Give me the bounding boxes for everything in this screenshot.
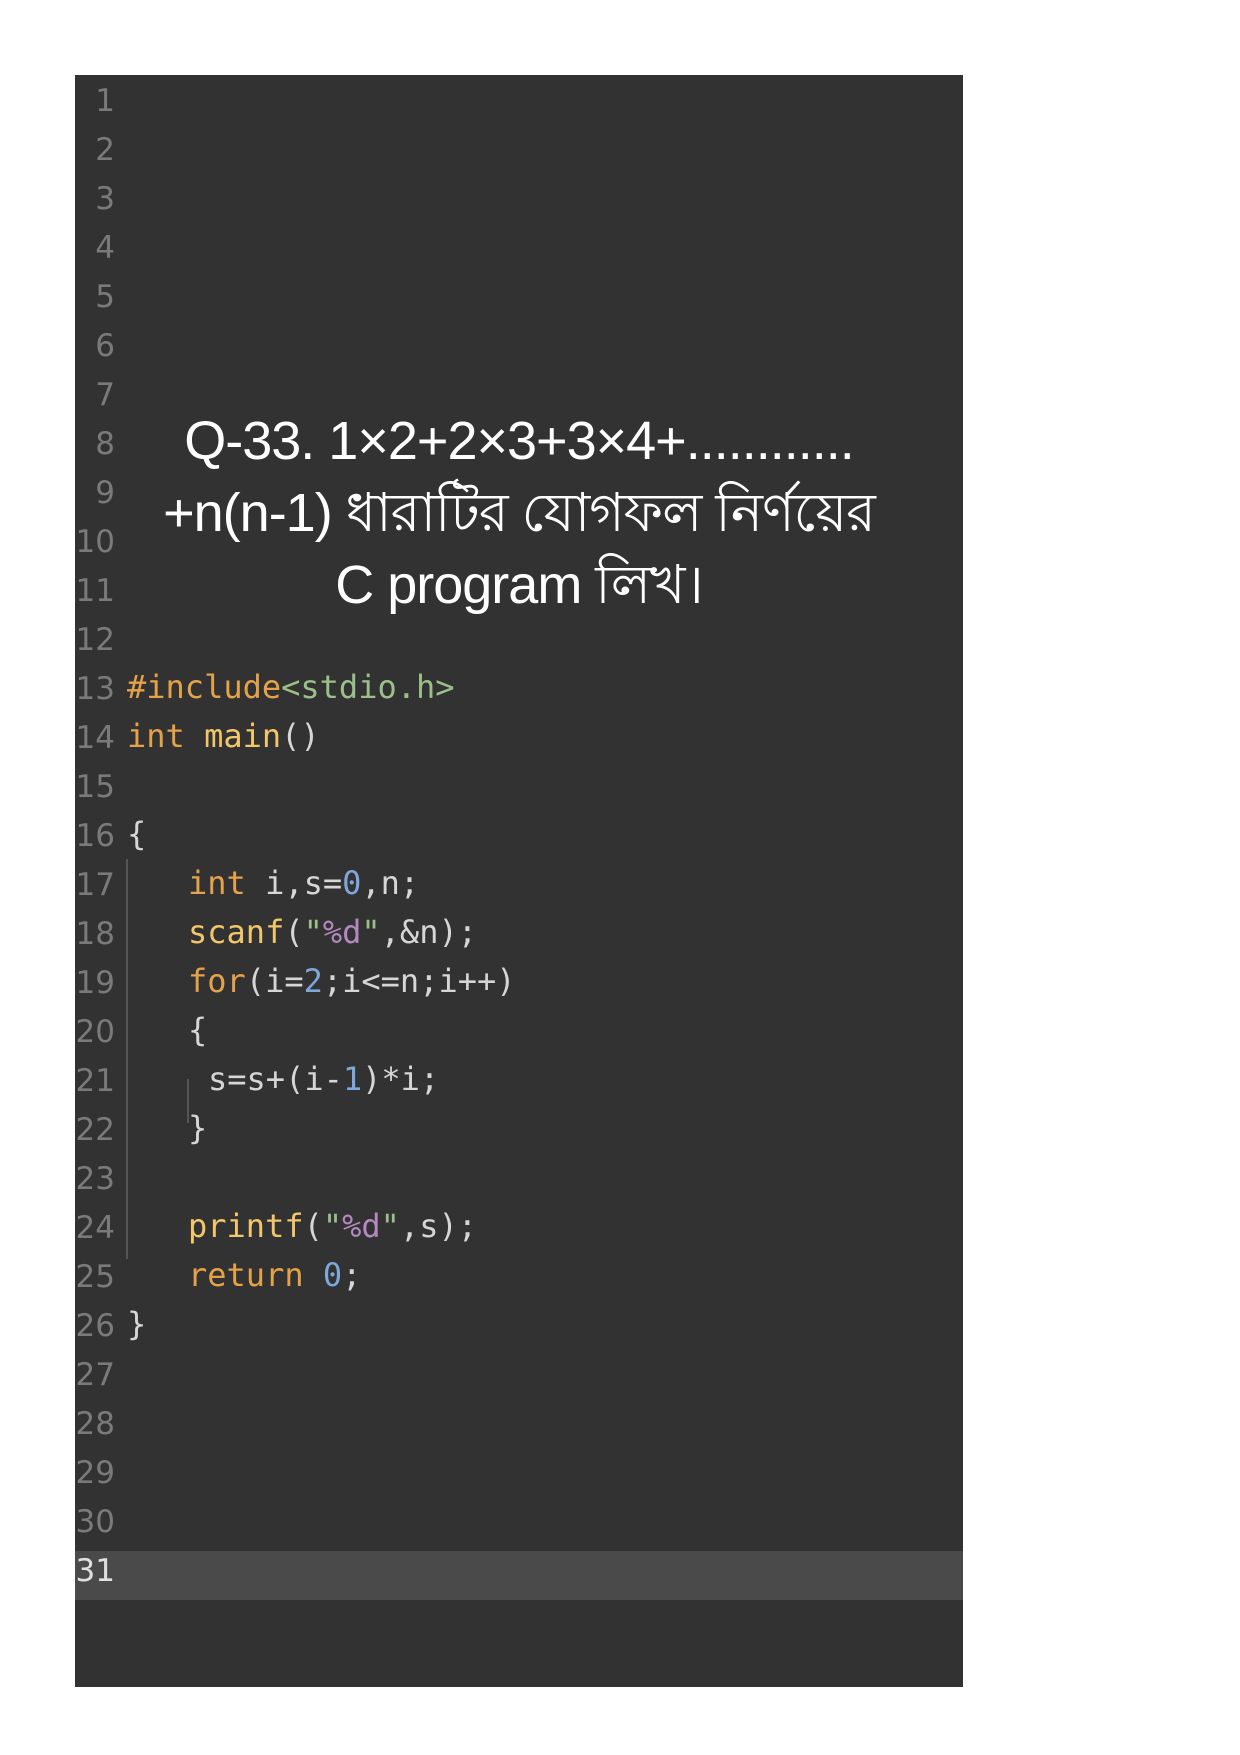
header-name: <stdio.h> <box>281 668 455 706</box>
line-number: 20 <box>75 1014 115 1050</box>
code-text: (i= <box>245 962 304 1000</box>
line-number: 2 <box>95 132 115 168</box>
line-number: 16 <box>75 818 115 854</box>
line-number: 28 <box>75 1406 115 1442</box>
line-number: 13 <box>75 671 115 707</box>
line-number: 5 <box>95 279 115 315</box>
preprocessor-directive: #include <box>127 668 282 706</box>
line-number: 22 <box>75 1112 115 1148</box>
line-number: 24 <box>75 1210 115 1246</box>
line-number: 21 <box>75 1063 115 1099</box>
line-number: 14 <box>75 720 115 756</box>
line-number: 12 <box>75 622 115 658</box>
question-line-1: Q-33. 1×2+2×3+3×4+............ <box>184 411 855 471</box>
number-literal: 2 <box>303 962 323 1000</box>
code-line-17[interactable]: int i,s=0,n; <box>188 859 419 908</box>
code-line-21[interactable]: s=s+(i-1)*i; <box>208 1055 439 1104</box>
line-number: 18 <box>75 916 115 952</box>
indent-guide <box>126 859 128 1259</box>
close-brace: } <box>127 1305 147 1343</box>
code-line-20[interactable]: { <box>188 1006 207 1055</box>
code-text: )*i; <box>362 1060 440 1098</box>
code-line-13[interactable]: #include<stdio.h> <box>127 663 455 712</box>
line-number: 26 <box>75 1308 115 1344</box>
code-text: ( <box>303 1207 323 1245</box>
current-line-highlight <box>75 1551 963 1600</box>
code-line-16[interactable]: { <box>127 810 146 859</box>
parens: () <box>281 717 320 755</box>
type-keyword: int <box>188 864 246 902</box>
line-number: 23 <box>75 1161 115 1197</box>
line-number: 19 <box>75 965 115 1001</box>
line-number: 31 <box>75 1553 115 1589</box>
line-number: 4 <box>95 230 115 266</box>
code-text: s=s+(i- <box>208 1060 343 1098</box>
line-number: 15 <box>75 769 115 805</box>
function-name: main <box>204 717 282 755</box>
question-line-3: C program লিখ। <box>335 555 704 615</box>
code-line-19[interactable]: for(i=2;i<=n;i++) <box>188 957 516 1006</box>
number-literal: 0 <box>342 864 362 902</box>
loop-keyword: for <box>188 962 246 1000</box>
code-editor[interactable]: 1 2 3 4 5 6 7 8 9 10 11 12 13 14 15 16 17 18 19 20 21 22 23 24 2… <box>75 75 963 1687</box>
line-number: 3 <box>95 181 115 217</box>
line-number-gutter: 1 2 3 4 5 6 7 8 9 10 11 12 13 14 15 16 17 18 19 20 21 22 23 24 2… <box>75 75 125 1687</box>
return-keyword: return <box>188 1256 304 1294</box>
type-keyword: int <box>127 717 185 755</box>
line-number: 25 <box>75 1259 115 1295</box>
code-line-22[interactable]: } <box>188 1104 207 1153</box>
code-line-14[interactable]: int main() <box>127 712 320 761</box>
code-text: ,n; <box>361 864 420 902</box>
code-text: ;i<=n;i++) <box>322 962 516 1000</box>
open-brace: { <box>127 815 147 853</box>
string-quote: " <box>322 1207 343 1245</box>
string-quote: " <box>361 913 381 951</box>
code-text: ( <box>284 913 304 951</box>
format-specifier: %d <box>342 1207 381 1245</box>
string-quote: " <box>303 913 323 951</box>
code-line-18[interactable]: scanf("%d",&n); <box>188 908 477 957</box>
open-brace: { <box>188 1011 208 1049</box>
code-text: ; <box>342 1256 362 1294</box>
close-brace: } <box>188 1109 208 1147</box>
line-number: 27 <box>75 1357 115 1393</box>
code-line-24[interactable]: printf("%d",s); <box>188 1202 477 1251</box>
line-number: 29 <box>75 1455 115 1491</box>
function-name: scanf <box>188 913 285 951</box>
line-number: 6 <box>95 328 115 364</box>
format-specifier: %d <box>322 913 362 951</box>
number-literal: 1 <box>342 1060 363 1098</box>
code-line-26[interactable]: } <box>127 1300 146 1349</box>
number-literal: 0 <box>322 1256 343 1294</box>
question-line-2: +n(n-1) ধারাটির যোগফল নির্ণয়ের <box>163 483 876 543</box>
function-name: printf <box>188 1207 304 1245</box>
code-text: i,s= <box>265 864 343 902</box>
code-line-25[interactable]: return 0; <box>188 1251 361 1300</box>
string-quote: " <box>380 1207 400 1245</box>
line-number: 30 <box>75 1504 115 1540</box>
code-text: ,s); <box>399 1207 477 1245</box>
line-number: 17 <box>75 867 115 903</box>
code-text: ,&n); <box>380 913 477 951</box>
line-number: 1 <box>95 83 115 119</box>
